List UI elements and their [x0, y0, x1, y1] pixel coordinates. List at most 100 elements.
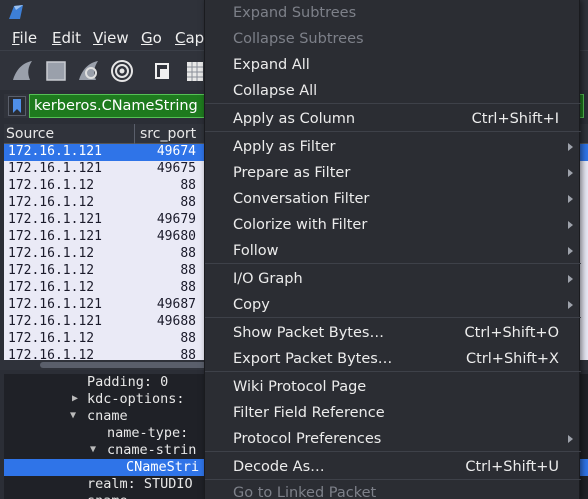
submenu-arrow-icon	[568, 275, 573, 283]
menu-file[interactable]: File	[12, 29, 37, 47]
bookmark-icon[interactable]	[8, 96, 26, 116]
packet-source: 172.16.1.12	[8, 178, 95, 193]
menu-edit[interactable]: Edit	[52, 29, 81, 47]
scrollbar-thumb[interactable]	[40, 362, 210, 368]
menu-shortcut: Ctrl+Shift+O	[464, 325, 559, 341]
submenu-arrow-icon	[568, 435, 573, 443]
expand-arrow-icon[interactable]: ▶	[72, 393, 78, 404]
packet-source: 172.16.1.121	[8, 314, 102, 329]
menu-conversation-filter[interactable]: Conversation Filter	[205, 186, 581, 212]
menu-label: Colorize with Filter	[233, 217, 368, 233]
gear-options-icon[interactable]	[109, 58, 135, 84]
menu-follow[interactable]: Follow	[205, 238, 581, 264]
menu-label: Export Packet Bytes…	[233, 351, 393, 367]
packet-source: 172.16.1.121	[8, 297, 102, 312]
tree-item-label: kdc-options:	[87, 391, 185, 407]
menu-label: Collapse Subtrees	[233, 31, 364, 47]
packet-src-port: 49688	[156, 314, 196, 329]
tree-item-label: CNameStri	[126, 459, 200, 475]
menu-prepare-as-filter[interactable]: Prepare as Filter	[205, 160, 581, 186]
menu-go-to-linked-packet[interactable]: Go to Linked Packet	[205, 480, 581, 499]
menu-io-graph[interactable]: I/O Graph	[205, 266, 581, 292]
menu-copy[interactable]: Copy	[205, 292, 581, 318]
menu-collapse-all[interactable]: Collapse All	[205, 78, 581, 104]
menu-label: Wiki Protocol Page	[233, 379, 367, 395]
menu-expand-all[interactable]: Expand All	[205, 52, 581, 78]
packet-src-port: 49687	[156, 297, 196, 312]
column-separator[interactable]	[134, 124, 135, 144]
menu-label: Copy	[233, 297, 270, 313]
menu-label: Follow	[233, 243, 279, 259]
collapse-arrow-icon[interactable]: ▼	[90, 444, 96, 455]
tree-item-label: cname-strin	[107, 442, 197, 458]
packet-source: 172.16.1.12	[8, 280, 95, 295]
submenu-arrow-icon	[568, 301, 573, 309]
packet-src-port: 49680	[156, 229, 196, 244]
shark-fin-start-icon[interactable]	[10, 58, 36, 84]
packet-src-port: 88	[180, 195, 196, 210]
tree-item-label: name-type:	[107, 425, 189, 441]
context-menu: Expand Subtrees Collapse Subtrees Expand…	[204, 0, 581, 499]
menu-separator	[205, 317, 581, 318]
packet-src-port: 88	[180, 280, 196, 295]
packet-src-port: 49679	[156, 212, 196, 227]
menu-separator	[205, 131, 581, 132]
packet-src-port: 88	[180, 246, 196, 261]
menu-show-packet-bytes[interactable]: Show Packet Bytes… Ctrl+Shift+O	[205, 320, 581, 346]
packet-src-port: 88	[180, 331, 196, 346]
submenu-arrow-icon	[568, 247, 573, 255]
menu-protocol-preferences[interactable]: Protocol Preferences	[205, 426, 581, 452]
column-header-src-port[interactable]: src_port	[140, 126, 196, 142]
submenu-arrow-icon	[568, 169, 573, 177]
tree-item-label: realm: STUDIO	[87, 476, 193, 492]
menu-label: Expand Subtrees	[233, 5, 357, 21]
menu-label: Collapse All	[233, 83, 318, 99]
wireshark-logo-icon	[9, 5, 23, 19]
packet-source: 172.16.1.121	[8, 212, 102, 227]
menu-label: Show Packet Bytes…	[233, 325, 384, 341]
menu-apply-as-filter[interactable]: Apply as Filter	[205, 134, 581, 160]
packet-src-port: 49674	[156, 144, 196, 159]
menu-view[interactable]: View	[93, 29, 129, 47]
packet-src-port: 49675	[156, 161, 196, 176]
menu-collapse-subtrees[interactable]: Collapse Subtrees	[205, 26, 581, 52]
menu-export-packet-bytes[interactable]: Export Packet Bytes… Ctrl+Shift+X	[205, 346, 581, 372]
menu-decode-as[interactable]: Decode As… Ctrl+Shift+U	[205, 454, 581, 480]
packet-src-port: 88	[180, 263, 196, 278]
open-file-icon[interactable]	[150, 58, 176, 84]
packet-source: 172.16.1.12	[8, 263, 95, 278]
menu-colorize-with-filter[interactable]: Colorize with Filter	[205, 212, 581, 238]
menu-shortcut: Ctrl+Shift+X	[466, 351, 559, 367]
menu-label: Protocol Preferences	[233, 431, 382, 447]
packet-source: 172.16.1.12	[8, 331, 95, 346]
packet-source: 172.16.1.121	[8, 161, 102, 176]
packet-src-port: 88	[180, 178, 196, 193]
menu-label: Expand All	[233, 57, 310, 73]
menu-go[interactable]: Go	[141, 29, 162, 47]
menu-expand-subtrees[interactable]: Expand Subtrees	[205, 0, 581, 26]
stop-square-icon[interactable]	[43, 58, 69, 84]
packet-source: 172.16.1.12	[8, 195, 95, 210]
menu-separator	[205, 371, 581, 372]
menu-separator	[205, 451, 581, 452]
menu-filter-field-reference[interactable]: Filter Field Reference	[205, 400, 581, 426]
collapse-arrow-icon[interactable]: ▼	[70, 410, 76, 421]
tree-item-label: cname	[87, 408, 128, 424]
submenu-arrow-icon	[568, 221, 573, 229]
shark-fin-restart-icon[interactable]	[76, 58, 102, 84]
menu-shortcut: Ctrl+Shift+I	[471, 111, 559, 127]
menu-label: Filter Field Reference	[233, 405, 385, 421]
menu-shortcut: Ctrl+Shift+U	[465, 459, 559, 475]
menu-label: Apply as Filter	[233, 139, 336, 155]
menu-label: Decode As…	[233, 459, 325, 475]
submenu-arrow-icon	[568, 143, 573, 151]
column-header-source[interactable]: Source	[6, 126, 54, 142]
menu-label: Apply as Column	[233, 111, 356, 127]
menu-label: Conversation Filter	[233, 191, 370, 207]
menu-apply-as-column[interactable]: Apply as Column Ctrl+Shift+I	[205, 106, 581, 132]
menu-wiki-protocol-page[interactable]: Wiki Protocol Page	[205, 374, 581, 400]
packet-source: 172.16.1.121	[8, 144, 102, 159]
tree-item-label: sname	[87, 493, 128, 499]
menu-separator	[205, 103, 581, 104]
menu-label: Go to Linked Packet	[233, 485, 377, 499]
